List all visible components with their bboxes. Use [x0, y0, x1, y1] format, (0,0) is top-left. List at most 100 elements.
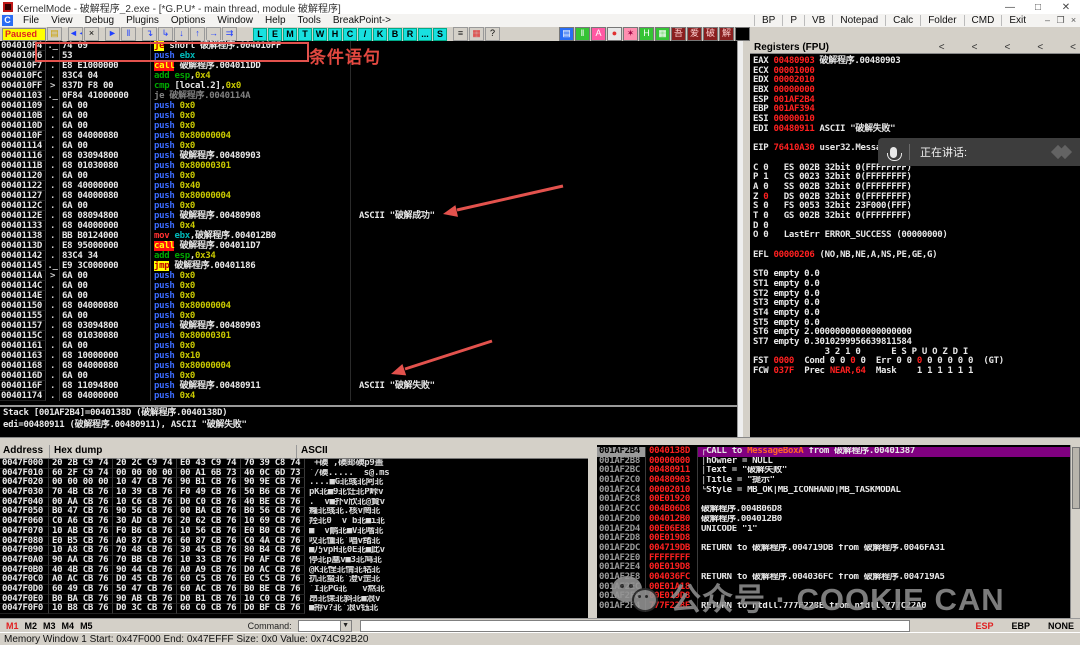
chevron-left-icon[interactable]: <: [939, 42, 945, 53]
toolbar-button[interactable]: ‖: [121, 27, 136, 41]
disasm-row[interactable]: 0040115C. 68 01030080 push 0x80000301: [0, 331, 737, 341]
toolbar-plugin-icon[interactable]: [735, 27, 750, 41]
toolbar-plugin-icon[interactable]: A: [591, 27, 606, 41]
mdi-minimize[interactable]: –: [1041, 15, 1054, 26]
disasm-row[interactable]: 00401122. 68 40000000 push 0x40: [0, 181, 737, 191]
disasm-row[interactable]: 00401168. 68 04000080 push 0x80000004: [0, 361, 737, 371]
disasm-row[interactable]: 00401120. 6A 00 push 0x0: [0, 171, 737, 181]
menu-item-debug[interactable]: Debug: [79, 15, 120, 26]
memory-tab-m1[interactable]: M1: [6, 621, 19, 631]
menu-item-window[interactable]: Window: [211, 15, 259, 26]
disasm-row[interactable]: 00401103 ._ 0F84 41000000 je 破解程序.0040114A: [0, 91, 737, 101]
hex-dump-pane[interactable]: Address Hex dump ASCII 0047F000 20 2B C9 …: [0, 445, 588, 618]
disassembly-pane[interactable]: 004010F4 ._ 74 09 je short 破解程序.004010FF 004…: [0, 41, 737, 405]
registers-pane[interactable]: Registers (FPU) < < < < < EAX 00480903 破解程序.…: [750, 41, 1080, 437]
register-line[interactable]: T 0 GS 002B 32bit 0(FFFFFFFF): [750, 211, 1080, 222]
chevron-left-icon[interactable]: <: [972, 42, 978, 53]
chevron-left-icon[interactable]: <: [1070, 42, 1076, 53]
toolbar-letter-M[interactable]: M: [283, 27, 297, 41]
toolbar-letter-T[interactable]: T: [298, 27, 312, 41]
disasm-row[interactable]: 0040116D. 6A 00 push 0x0: [0, 371, 737, 381]
toolbar-button[interactable]: ▤: [47, 27, 62, 41]
maximize-button[interactable]: □: [1024, 2, 1052, 13]
mdi-close[interactable]: ×: [1067, 15, 1080, 26]
disasm-row[interactable]: 00401127. 68 04000080 push 0x80000004: [0, 191, 737, 201]
menu-button-cmd[interactable]: CMD: [963, 15, 1002, 26]
disasm-row[interactable]: 00401163. 68 10000000 push 0x10: [0, 351, 737, 361]
disasm-row[interactable]: 00401138. BB B0124000 mov ebx,破解程序.004012B…: [0, 231, 737, 241]
toolbar-plugin-icon[interactable]: H: [639, 27, 654, 41]
toolbar-plugin-icon[interactable]: ▤: [559, 27, 574, 41]
menu-button-notepad[interactable]: Notepad: [832, 15, 885, 26]
close-button[interactable]: ✕: [1052, 2, 1080, 13]
minimize-button[interactable]: —: [996, 2, 1024, 13]
menu-item-tools[interactable]: Tools: [292, 15, 327, 26]
disasm-row[interactable]: 00401145 ._ E9 3C000000 jmp 破解程序.00401186: [0, 261, 737, 271]
menu-button-exit[interactable]: Exit: [1001, 15, 1033, 26]
disasm-row[interactable]: 00401155. 6A 00 push 0x0: [0, 311, 737, 321]
toolbar-letter-x[interactable]: /: [358, 27, 372, 41]
toolbar-button[interactable]: ↴: [142, 27, 157, 41]
memory-tab-m2[interactable]: M2: [25, 621, 38, 631]
toolbar-plugin-icon[interactable]: 破: [703, 27, 718, 41]
register-line[interactable]: FCW 037F Prec NEAR,64 Mask 1 1 1 1 1 1: [750, 366, 1080, 377]
combo-dropdown-icon[interactable]: ▼: [339, 621, 351, 631]
chevron-left-icon[interactable]: <: [1037, 42, 1043, 53]
toolbar-button[interactable]: ▦: [469, 27, 484, 41]
toolbar-button[interactable]: ⇉: [222, 27, 237, 41]
disasm-row[interactable]: 0040110F. 68 04000080 push 0x80000004: [0, 131, 737, 141]
toolbar-letter-xxx[interactable]: ...: [418, 27, 432, 41]
disasm-row[interactable]: 00401142. 83C4 34 add esp,0x34: [0, 251, 737, 261]
toolbar-plugin-icon[interactable]: ‖: [575, 27, 590, 41]
register-line[interactable]: EFL 00000206 (NO,NB,NE,A,NS,PE,GE,G): [750, 250, 1080, 261]
stack-scrollbar[interactable]: [1070, 445, 1080, 618]
menu-item-file[interactable]: File: [17, 15, 45, 26]
toolbar-button[interactable]: ?: [485, 27, 500, 41]
menu-button-vb[interactable]: VB: [804, 15, 832, 26]
memory-tab-m3[interactable]: M3: [43, 621, 56, 631]
disasm-row[interactable]: 00401174. 68 04000000 push 0x4: [0, 391, 737, 401]
disasm-row[interactable]: 00401109. 6A 00 push 0x0: [0, 101, 737, 111]
toolbar-plugin-icon[interactable]: 解: [719, 27, 734, 41]
disasm-row[interactable]: 00401150. 68 04000080 push 0x80000004: [0, 301, 737, 311]
memory-tab-m5[interactable]: M5: [80, 621, 93, 631]
menu-button-folder[interactable]: Folder: [920, 15, 963, 26]
toolbar-button[interactable]: →: [206, 27, 221, 41]
mdi-restore[interactable]: ❐: [1054, 15, 1067, 26]
disasm-row[interactable]: 004010FC. 83C4 04 add esp,0x4: [0, 71, 737, 81]
menu-item-plugins[interactable]: Plugins: [120, 15, 165, 26]
toolbar-button[interactable]: ↳: [158, 27, 173, 41]
command-input[interactable]: [359, 620, 910, 632]
toolbar-letter-R[interactable]: R: [403, 27, 417, 41]
menu-item-breakpoint[interactable]: BreakPoint->: [327, 15, 397, 26]
toolbar-button[interactable]: ►: [105, 27, 120, 41]
toolbar-letter-B[interactable]: B: [388, 27, 402, 41]
toolbar-plugin-icon[interactable]: ▦: [655, 27, 670, 41]
disasm-row[interactable]: 00401114. 6A 00 push 0x0: [0, 141, 737, 151]
toolbar-button[interactable]: ×: [84, 27, 99, 41]
disasm-row[interactable]: 00401157. 68 03094800 push 破解程序.00480903: [0, 321, 737, 331]
toolbar-button[interactable]: ≡: [453, 27, 468, 41]
chevron-left-icon[interactable]: <: [1004, 42, 1010, 53]
toolbar-plugin-icon[interactable]: 吾: [671, 27, 686, 41]
disasm-row[interactable]: 0040114C. 6A 00 push 0x0: [0, 281, 737, 291]
registers-chevrons[interactable]: < < < < <: [912, 42, 1076, 53]
disasm-row[interactable]: 0040116F. 68 11094800 push 破解程序.00480911 AS…: [0, 381, 737, 391]
disasm-row[interactable]: 00401161. 6A 00 push 0x0: [0, 341, 737, 351]
disasm-row[interactable]: 004010FF >837D F8 00 cmp [local.2],0x0: [0, 81, 737, 91]
menu-button-p[interactable]: P: [782, 15, 804, 26]
menu-button-calc[interactable]: Calc: [885, 15, 920, 26]
disasm-row[interactable]: 0040114E. 6A 00 push 0x0: [0, 291, 737, 301]
register-line[interactable]: EDI 00480911 ASCII "破解失败": [750, 124, 1080, 135]
toolbar-plugin-icon[interactable]: 爱: [687, 27, 702, 41]
register-line[interactable]: O 0 LastErr ERROR_SUCCESS (00000000): [750, 231, 1080, 241]
toolbar-button[interactable]: ↑: [190, 27, 205, 41]
toolbar-letter-L[interactable]: L: [253, 27, 267, 41]
toolbar-letter-H[interactable]: H: [328, 27, 342, 41]
disasm-row[interactable]: 00401116. 68 03094800 push 破解程序.00480903: [0, 151, 737, 161]
command-combo[interactable]: ▼: [297, 620, 352, 632]
disasm-row[interactable]: 0040111B. 68 01030080 push 0x80000301: [0, 161, 737, 171]
menu-item-help[interactable]: Help: [259, 15, 292, 26]
toolbar-button[interactable]: ◄◄: [68, 27, 83, 41]
disasm-row[interactable]: 0040112C. 6A 00 push 0x0: [0, 201, 737, 211]
